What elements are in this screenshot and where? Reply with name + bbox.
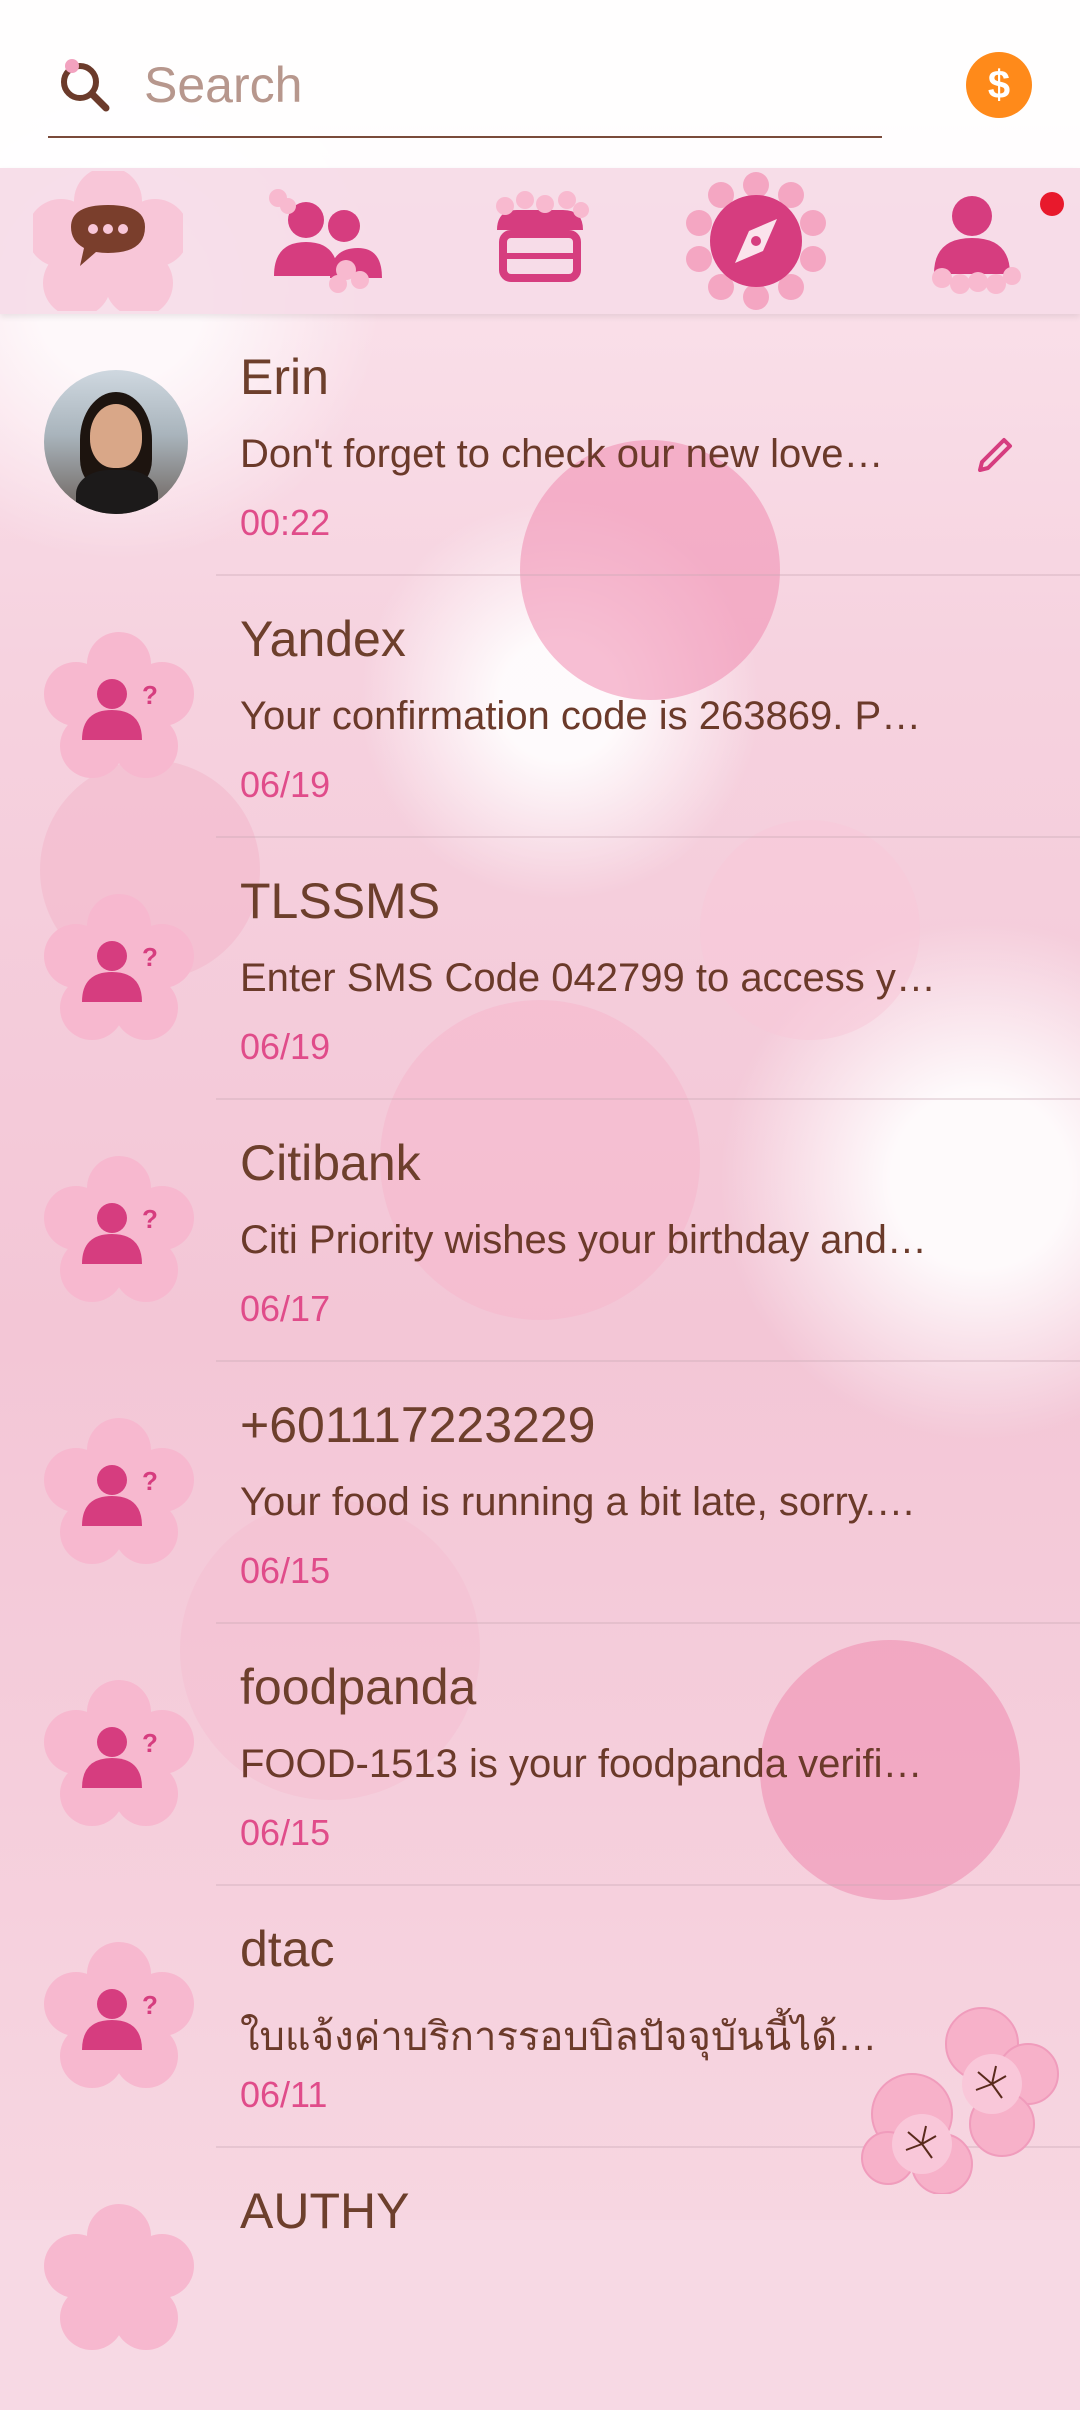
- store-icon: [496, 191, 589, 282]
- compass-icon: [686, 172, 826, 310]
- tab-bar: [0, 168, 1080, 314]
- message-snippet: Citi Priority wishes your birthday and…: [240, 1218, 927, 1262]
- conversation-row[interactable]: ? +601117223229 Your food is running a b…: [0, 1362, 1080, 1624]
- contact-name: foodpanda: [240, 1659, 477, 1715]
- svg-text:?: ?: [142, 680, 158, 710]
- message-time: 06/15: [240, 1550, 331, 1591]
- avatar[interactable]: ?: [44, 632, 194, 782]
- coin-button[interactable]: $: [966, 52, 1032, 118]
- message-time: 06/19: [240, 1026, 331, 1067]
- svg-text:?: ?: [142, 1990, 158, 2020]
- contact-name: +601117223229: [240, 1397, 596, 1453]
- unknown-contact-icon: ?: [44, 894, 194, 1040]
- conversation-row[interactable]: ? TLSSMS Enter SMS Code 042799 to access…: [0, 838, 1080, 1100]
- compose-flower-button[interactable]: [852, 1994, 1062, 2194]
- contact-name: dtac: [240, 1921, 335, 1977]
- message-snippet: ใบแจ้งค่าบริการรอบบิลปัจจุบันนี้ได้ท…: [240, 2015, 900, 2059]
- message-snippet: FOOD-1513 is your foodpanda verifi…: [240, 1742, 923, 1786]
- pencil-icon: [978, 438, 1012, 472]
- conversation-row[interactable]: ? foodpanda FOOD-1513 is your foodpanda …: [0, 1624, 1080, 1886]
- message-snippet: Your food is running a bit late, sorry.…: [240, 1480, 916, 1524]
- tab-messages[interactable]: [0, 168, 216, 314]
- avatar[interactable]: ?: [44, 1156, 194, 1306]
- unknown-contact-icon: [44, 2204, 194, 2350]
- tab-contacts[interactable]: [216, 168, 432, 314]
- search-icon[interactable]: [56, 56, 112, 112]
- message-time: 06/17: [240, 1288, 331, 1329]
- tab-store[interactable]: [432, 168, 648, 314]
- message-time: 06/15: [240, 1812, 331, 1853]
- svg-text:?: ?: [142, 942, 158, 972]
- search-underline: [48, 136, 882, 138]
- message-snippet: Don't forget to check our new love…: [240, 432, 884, 476]
- unknown-contact-icon: ?: [44, 1680, 194, 1826]
- contact-name: Yandex: [240, 611, 406, 667]
- avatar[interactable]: ?: [44, 1942, 194, 2092]
- conversation-row[interactable]: ? Citibank Citi Priority wishes your bir…: [0, 1100, 1080, 1362]
- unknown-contact-icon: ?: [44, 1156, 194, 1302]
- unknown-contact-icon: ?: [44, 632, 194, 778]
- avatar[interactable]: ?: [44, 1680, 194, 1830]
- avatar[interactable]: ?: [44, 894, 194, 1044]
- message-time: 00:22: [240, 502, 331, 543]
- chat-bubble-icon: [33, 171, 183, 311]
- contact-photo: [44, 370, 188, 514]
- search-header: $: [0, 0, 1080, 168]
- search-input[interactable]: [142, 48, 866, 122]
- contacts-icon: [269, 189, 382, 293]
- message-snippet: Your confirmation code is 263869. P…: [240, 694, 922, 738]
- dollar-icon: $: [987, 62, 1011, 107]
- svg-text:?: ?: [142, 1728, 158, 1758]
- contact-name: TLSSMS: [240, 873, 441, 929]
- avatar[interactable]: [44, 370, 194, 520]
- conversation-row[interactable]: ? Yandex Your confirmation code is 26386…: [0, 576, 1080, 838]
- notification-dot: [1040, 192, 1064, 216]
- message-time: 06/11: [240, 2074, 328, 2115]
- svg-text:?: ?: [142, 1466, 158, 1496]
- tab-profile[interactable]: [864, 168, 1080, 314]
- message-snippet: Enter SMS Code 042799 to access y…: [240, 956, 936, 1000]
- profile-icon: [932, 196, 1021, 294]
- avatar[interactable]: [44, 2204, 194, 2354]
- contact-name: Citibank: [240, 1135, 421, 1191]
- contact-name: AUTHY: [240, 2183, 410, 2239]
- message-time: 06/19: [240, 764, 331, 805]
- contact-name: Erin: [240, 349, 329, 405]
- avatar[interactable]: ?: [44, 1418, 194, 1568]
- tab-discover[interactable]: [648, 168, 864, 314]
- unknown-contact-icon: ?: [44, 1418, 194, 1564]
- svg-text:?: ?: [142, 1204, 158, 1234]
- unknown-contact-icon: ?: [44, 1942, 194, 2088]
- conversation-row[interactable]: Erin Don't forget to check our new love……: [0, 314, 1080, 576]
